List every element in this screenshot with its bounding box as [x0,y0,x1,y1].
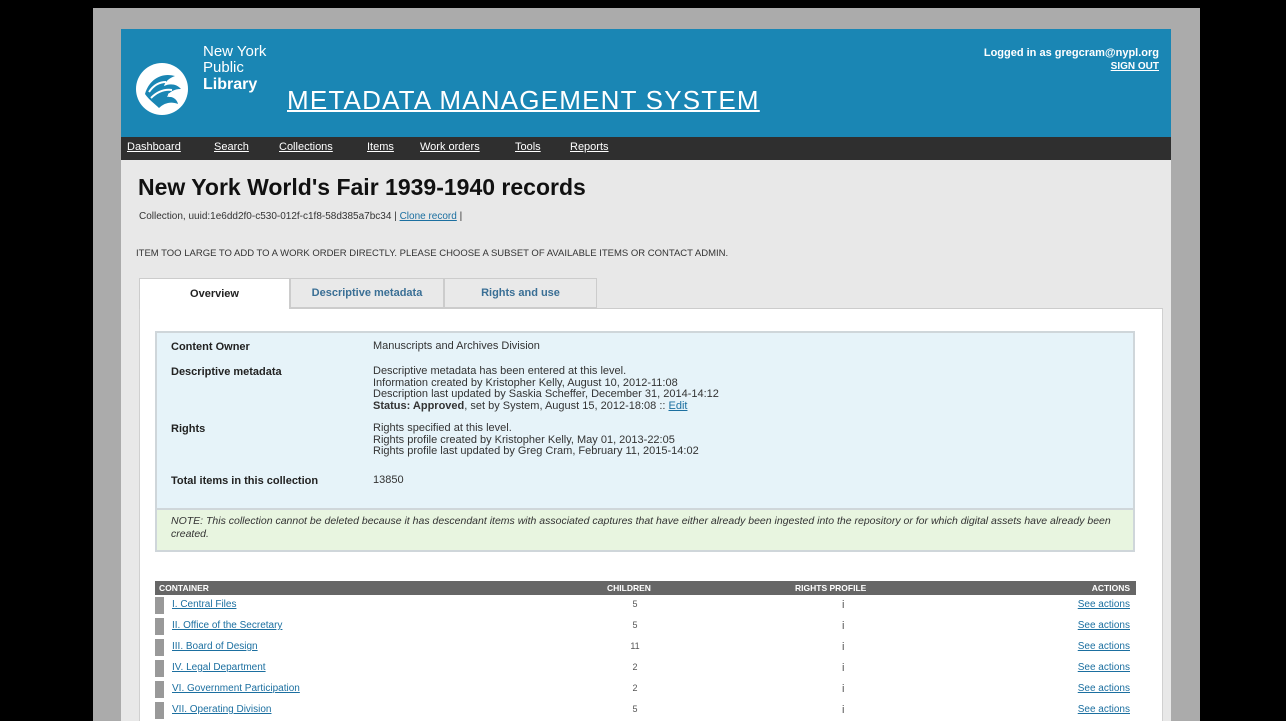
see-actions-link[interactable]: See actions [1078,599,1130,610]
container-link[interactable]: III. Board of Design [172,641,258,652]
children-count: 2 [632,683,638,693]
org-name-line-3: Library [203,76,258,93]
children-count: 5 [632,704,638,714]
nav-item-search[interactable]: Search [214,141,249,153]
collection-summary: Content Owner Manuscripts and Archives D… [155,331,1135,510]
clone-record-link[interactable]: Clone record [400,211,457,222]
descriptive-metadata-value: Descriptive metadata has been entered at… [373,365,719,413]
column-header-actions: ACTIONS [1091,583,1130,593]
rights-label: Rights [171,423,206,435]
rights-info-icon[interactable]: i [842,683,844,695]
table-row: III. Board of Design 11 i See actions [155,637,1136,658]
row-drag-handle[interactable] [155,681,164,698]
logged-in-user: Logged in as gregcram@nypl.org [983,47,1159,59]
row-drag-handle[interactable] [155,702,164,719]
container-link[interactable]: II. Office of the Secretary [172,620,282,631]
site-header: New York Public Library METADATA MANAGEM… [121,29,1171,137]
column-header-rights-profile: RIGHTS PROFILE [795,583,867,593]
tab-rights-and-use[interactable]: Rights and use [444,278,597,308]
main-nav: Dashboard Search Collections Items Work … [121,137,1171,160]
nav-item-dashboard[interactable]: Dashboard [127,141,181,153]
container-link[interactable]: I. Central Files [172,599,236,610]
org-name-line-2: Public [203,59,244,76]
status-detail: , set by System, August 15, 2012-18:08 :… [464,399,669,412]
sign-out-link[interactable]: SIGN OUT [1111,61,1159,72]
total-items-value: 13850 [373,474,404,486]
total-items-label: Total items in this collection [171,475,319,487]
column-header-container: CONTAINER [159,583,209,593]
status-label: Status: Approved [373,399,465,412]
container-link[interactable]: IV. Legal Department [172,662,266,673]
nav-item-tools[interactable]: Tools [515,141,541,153]
rights-info-icon[interactable]: i [842,599,844,611]
status-line: Status: Approved, set by System, August … [373,399,719,413]
table-row: VI. Government Participation 2 i See act… [155,679,1136,700]
org-name-line-1: New York [203,43,267,60]
row-drag-handle[interactable] [155,597,164,614]
edit-status-link[interactable]: Edit [669,400,688,412]
children-count: 11 [630,641,640,651]
see-actions-link[interactable]: See actions [1078,662,1130,673]
browser-page: New York Public Library METADATA MANAGEM… [121,29,1171,721]
nypl-lion-logo-icon[interactable] [135,62,189,116]
children-count: 5 [632,599,638,609]
rights-value: Rights specified at this level. Rights p… [373,422,699,458]
children-count: 2 [632,662,638,672]
rights-info-icon[interactable]: i [842,704,844,716]
content-owner-label: Content Owner [171,341,250,353]
row-drag-handle[interactable] [155,618,164,635]
deletion-note: NOTE: This collection cannot be deleted … [155,510,1135,552]
nav-item-work-orders[interactable]: Work orders [420,141,480,153]
app-title-link[interactable]: METADATA MANAGEMENT SYSTEM [287,85,760,116]
see-actions-link[interactable]: See actions [1078,683,1130,694]
table-header: CONTAINER CHILDREN RIGHTS PROFILE ACTION… [155,581,1136,595]
descriptive-metadata-label: Descriptive metadata [171,366,282,378]
container-link[interactable]: VII. Operating Division [172,704,272,715]
table-row: IV. Legal Department 2 i See actions [155,658,1136,679]
size-warning: ITEM TOO LARGE TO ADD TO A WORK ORDER DI… [136,248,729,259]
page-title: New York World's Fair 1939-1940 records [138,174,586,200]
see-actions-link[interactable]: See actions [1078,641,1130,652]
children-count: 5 [632,620,638,630]
content-owner-value: Manuscripts and Archives Division [373,340,540,352]
tab-descriptive-metadata[interactable]: Descriptive metadata [290,278,444,308]
record-meta: Collection, uuid:1e6dd2f0-c530-012f-c1f8… [139,211,462,222]
table-row: II. Office of the Secretary 5 i See acti… [155,616,1136,637]
tab-overview[interactable]: Overview [139,278,290,309]
container-link[interactable]: VI. Government Participation [172,683,300,694]
nav-item-items[interactable]: Items [367,141,394,153]
see-actions-link[interactable]: See actions [1078,704,1130,715]
see-actions-link[interactable]: See actions [1078,620,1130,631]
rights-info-icon[interactable]: i [842,641,844,653]
table-row: VII. Operating Division 5 i See actions [155,700,1136,721]
rights-info-icon[interactable]: i [842,620,844,632]
record-uuid: Collection, uuid:1e6dd2f0-c530-012f-c1f8… [139,211,400,222]
row-drag-handle[interactable] [155,660,164,677]
rights-line: Rights specified at this level. [373,422,512,434]
rights-info-icon[interactable]: i [842,662,844,674]
nav-item-collections[interactable]: Collections [279,141,333,153]
table-row: I. Central Files 5 i See actions [155,595,1136,616]
rights-line: Rights profile last updated by Greg Cram… [373,445,699,457]
nav-item-reports[interactable]: Reports [570,141,609,153]
desc-line: Descriptive metadata has been entered at… [373,365,627,377]
row-drag-handle[interactable] [155,639,164,656]
record-meta-suffix: | [456,211,463,222]
column-header-children: CHILDREN [607,583,651,593]
